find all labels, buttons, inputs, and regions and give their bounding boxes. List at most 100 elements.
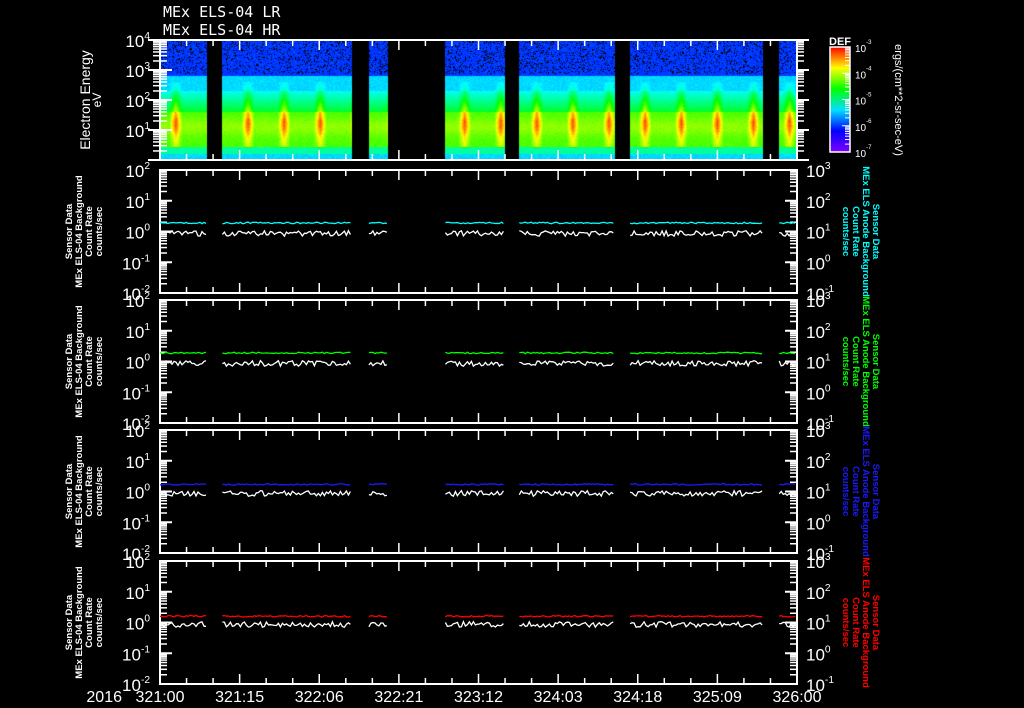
- colorbar-tick-label: 10-5: [855, 93, 872, 108]
- spectrogram-frame: [159, 39, 798, 161]
- spectrogram-y-tick-label: 101: [125, 121, 150, 141]
- tick-exponent: 3: [825, 552, 831, 563]
- axis-title: Sensor Data MEx ELS-04 Background Count Ra…: [64, 175, 105, 288]
- series-line-anode-background: [222, 221, 351, 225]
- right-y-tick-label: 103: [806, 291, 831, 311]
- colorbar-tick-label: 10-7: [855, 145, 872, 160]
- tick-base: 10: [806, 584, 825, 603]
- tick-exponent: -5: [866, 93, 872, 99]
- right-y-tick-label: 100: [806, 644, 831, 664]
- series-line-anode-background: [779, 483, 796, 486]
- axis-title: Sensor Data MEx ELS-04 Background Count Ra…: [64, 435, 105, 548]
- tick-exponent: 1: [144, 192, 150, 203]
- tick-base: 10: [125, 422, 144, 441]
- right-y-tick-label: 103: [806, 421, 831, 441]
- tick-base: 10: [806, 484, 825, 503]
- left-y-tick-label: 102: [125, 291, 150, 311]
- tick-exponent: 1: [144, 121, 150, 132]
- tick-exponent: -6: [866, 119, 872, 125]
- series-line-sensor-data: [630, 229, 763, 238]
- series-line-anode-background: [159, 483, 207, 486]
- series-line-anode-background: [779, 221, 796, 225]
- right-y-tick-label: 101: [806, 223, 831, 243]
- axis-title: Sensor Data MEx ELS-04 Background Count Ra…: [64, 305, 105, 418]
- left-y-tick-label: 100: [125, 353, 150, 373]
- left-y-tick-label: 101: [125, 583, 150, 603]
- panel-frame: [159, 169, 798, 294]
- tick-exponent: 1: [825, 353, 831, 364]
- x-tick-label: 321:00: [136, 689, 185, 706]
- tick-base: 10: [125, 292, 144, 311]
- tick-base: 10: [806, 354, 825, 373]
- panel-frame: [159, 429, 798, 554]
- left-y-tick-label: 10-1: [122, 383, 150, 403]
- tick-base: 10: [125, 162, 144, 181]
- left-y-tick-label: 100: [125, 614, 150, 634]
- axis-title-line: counts/sec: [840, 467, 851, 517]
- tick-exponent: 3: [825, 291, 831, 302]
- tick-base: 10: [125, 193, 144, 212]
- tick-exponent: 0: [825, 383, 831, 394]
- x-tick-label: 323:12: [454, 689, 503, 706]
- tick-exponent: -3: [866, 40, 872, 46]
- tick-exponent: -1: [825, 675, 834, 686]
- right-y-tick-label: 101: [806, 483, 831, 503]
- title-lr: MEx ELS-04 LR: [163, 3, 281, 21]
- tick-exponent: 3: [825, 161, 831, 172]
- x-tick-label: 324:03: [534, 689, 583, 706]
- x-axis-year: 2016: [86, 689, 122, 706]
- tick-base: 10: [125, 553, 144, 572]
- tick-exponent: 1: [825, 614, 831, 625]
- right-y-tick-label: 101: [806, 614, 831, 634]
- tick-base: 10: [806, 193, 825, 212]
- axis-title-line: counts/sec: [840, 337, 851, 387]
- series-line-anode-background: [629, 221, 763, 225]
- right-y-tick-label: 102: [806, 452, 831, 472]
- series-line-anode-background: [368, 351, 387, 355]
- series-line-anode-background: [368, 615, 387, 618]
- tick-base: 10: [806, 615, 825, 634]
- axis-title: Sensor Data MEx ELS-04 Background Count Ra…: [64, 566, 105, 679]
- series-line-sensor-data: [222, 489, 351, 497]
- axis-title: Sensor DataMEx ELS Anode BackgroundCount…: [840, 557, 881, 688]
- x-tick-label: 325:09: [693, 689, 742, 706]
- tick-base: 10: [855, 44, 867, 55]
- series-line-sensor-data: [368, 621, 388, 628]
- tick-exponent: 2: [144, 161, 150, 172]
- series-line-sensor-data: [368, 359, 388, 367]
- series-line-anode-background: [222, 614, 351, 618]
- colorbar-tick-label: 10-3: [855, 40, 872, 55]
- tick-base: 10: [122, 384, 141, 403]
- left-y-tick-label: 100: [125, 223, 150, 243]
- plot-svg: MEx ELS-04 LR MEx ELS-04 HR 104103102101…: [64, 3, 904, 706]
- series-line-anode-background: [779, 614, 796, 618]
- tick-base: 10: [125, 615, 144, 634]
- tick-exponent: 0: [144, 353, 150, 364]
- axis-title-line: counts/sec: [840, 207, 851, 257]
- panel-frame: [159, 560, 798, 685]
- tick-base: 10: [806, 514, 825, 533]
- series-line-anode-background: [519, 482, 614, 486]
- tick-base: 10: [806, 384, 825, 403]
- series-line-sensor-data: [222, 359, 351, 368]
- panel-frame: [159, 299, 798, 424]
- tick-exponent: 1: [144, 583, 150, 594]
- series-line-anode-background: [159, 614, 207, 618]
- axis-title: Sensor DataMEx ELS Anode BackgroundCount…: [840, 296, 881, 427]
- tick-exponent: -1: [141, 644, 150, 655]
- tick-base: 10: [855, 70, 867, 81]
- x-tick-label: 322:21: [374, 689, 423, 706]
- series-line-sensor-data: [629, 489, 763, 498]
- tick-base: 10: [125, 354, 144, 373]
- left-y-tick-label: 101: [125, 452, 150, 472]
- series-line-anode-background: [519, 351, 614, 355]
- tick-base: 10: [125, 484, 144, 503]
- left-y-tick-label: 10-1: [122, 253, 150, 273]
- right-y-tick-label: 103: [806, 552, 831, 572]
- series-line-anode-background: [629, 482, 763, 486]
- left-y-tick-label: 100: [125, 483, 150, 503]
- left-y-tick-label: 102: [125, 421, 150, 441]
- series-line-anode-background: [629, 614, 763, 618]
- axis-title-line: counts/sec: [94, 467, 105, 517]
- axis-title-line: counts/sec: [94, 598, 105, 648]
